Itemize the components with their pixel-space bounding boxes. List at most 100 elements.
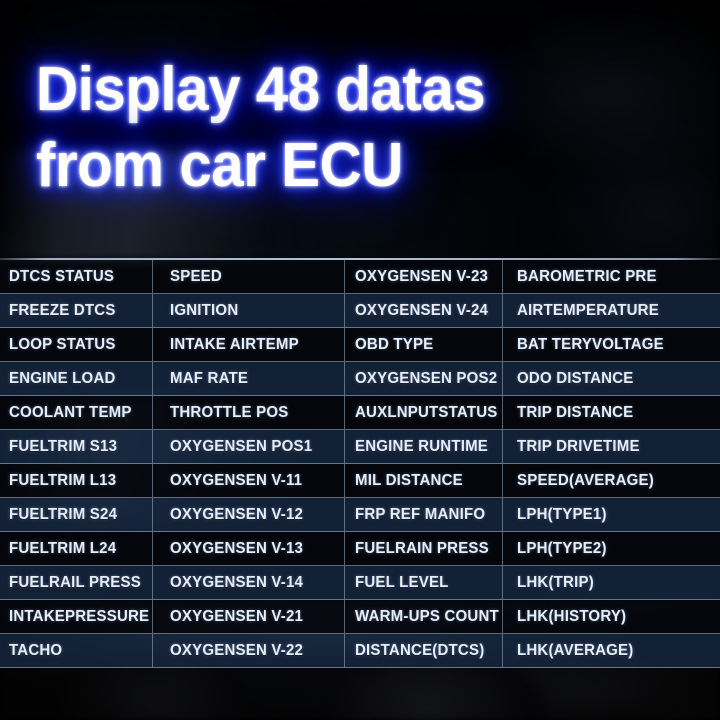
headline: Display 48 datas from car ECU bbox=[36, 52, 676, 204]
table-cell-label: OXYGENSEN V-24 bbox=[355, 301, 489, 319]
table-cell[interactable]: MAF RATE bbox=[152, 362, 344, 395]
table-cell-label: MAF RATE bbox=[170, 369, 249, 387]
table-cell[interactable]: DTCS STATUS bbox=[0, 260, 152, 293]
table-body: DTCS STATUS SPEED OXYGENSEN V-23 BAROMETRIC… bbox=[0, 260, 720, 668]
table-cell[interactable]: FUELTRIM L13 bbox=[0, 464, 152, 497]
table-cell[interactable]: ODO DISTANCE bbox=[502, 362, 720, 395]
table-cell[interactable]: LHK(HISTORY) bbox=[502, 600, 720, 633]
table-cell[interactable]: INTAKEPRESSURE bbox=[0, 600, 152, 633]
table-cell[interactable]: OXYGENSEN V-22 bbox=[152, 634, 344, 667]
table-row[interactable]: ENGINE LOAD MAF RATE OXYGENSEN POS2 ODO DIS… bbox=[0, 362, 720, 396]
table-row[interactable]: TACHO OXYGENSEN V-22 DISTANCE(DTCS) LHK(AVE… bbox=[0, 634, 720, 668]
table-cell[interactable]: OXYGENSEN POS2 bbox=[344, 362, 502, 395]
table-cell[interactable]: LOOP STATUS bbox=[0, 328, 152, 361]
table-row[interactable]: DTCS STATUS SPEED OXYGENSEN V-23 BAROMETRIC… bbox=[0, 260, 720, 294]
table-row[interactable]: COOLANT TEMP THROTTLE POS AUXLNPUTSTATUS TR… bbox=[0, 396, 720, 430]
table-cell-label: DISTANCE(DTCS) bbox=[355, 641, 485, 659]
table-cell[interactable]: TRIP DISTANCE bbox=[502, 396, 720, 429]
table-cell[interactable]: OXYGENSEN POS1 bbox=[152, 430, 344, 463]
table-cell-label: BAT TERYVOLTAGE bbox=[517, 335, 664, 353]
table-cell[interactable]: LPH(TYPE1) bbox=[502, 498, 720, 531]
table-cell[interactable]: FUEL LEVEL bbox=[344, 566, 502, 599]
table-cell-label: LOOP STATUS bbox=[9, 335, 116, 353]
table-cell-label: FUELTRIM L24 bbox=[9, 539, 117, 557]
table-cell-label: SPEED(AVERAGE) bbox=[517, 471, 654, 489]
table-cell[interactable]: FUELRAIN PRESS bbox=[344, 532, 502, 565]
table-cell[interactable]: OXYGENSEN V-21 bbox=[152, 600, 344, 633]
table-cell[interactable]: LPH(TYPE2) bbox=[502, 532, 720, 565]
table-cell-label: FUEL LEVEL bbox=[355, 573, 449, 591]
table-cell[interactable]: OXYGENSEN V-24 bbox=[344, 294, 502, 327]
table-row[interactable]: FREEZE DTCS IGNITION OXYGENSEN V-24 AIRTEMP… bbox=[0, 294, 720, 328]
table-cell-label: INTAKE AIRTEMP bbox=[170, 335, 299, 353]
table-cell[interactable]: FUELTRIM S24 bbox=[0, 498, 152, 531]
table-cell[interactable]: FRP REF MANIFO bbox=[344, 498, 502, 531]
table-row[interactable]: FUELTRIM S24 OXYGENSEN V-12 FRP REF MANIFO… bbox=[0, 498, 720, 532]
table-cell-label: AUXLNPUTSTATUS bbox=[355, 403, 498, 421]
table-cell-label: FUELTRIM S24 bbox=[9, 505, 118, 523]
table-cell-label: ENGINE LOAD bbox=[9, 369, 116, 387]
table-cell[interactable]: MIL DISTANCE bbox=[344, 464, 502, 497]
table-cell-label: FUELTRIM L13 bbox=[9, 471, 117, 489]
table-cell[interactable]: OXYGENSEN V-14 bbox=[152, 566, 344, 599]
table-cell-label: OXYGENSEN V-11 bbox=[170, 471, 303, 489]
table-cell[interactable]: OXYGENSEN V-23 bbox=[344, 260, 502, 293]
table-cell-label: OXYGENSEN V-23 bbox=[355, 267, 489, 285]
table-cell-label: OXYGENSEN POS2 bbox=[355, 369, 498, 387]
table-cell[interactable]: COOLANT TEMP bbox=[0, 396, 152, 429]
table-cell-label: OXYGENSEN V-12 bbox=[170, 505, 304, 523]
table-row[interactable]: FUELRAIL PRESS OXYGENSEN V-14 FUEL LEVEL LH… bbox=[0, 566, 720, 600]
table-cell-label: OXYGENSEN V-21 bbox=[170, 607, 304, 625]
table-cell-label: OXYGENSEN V-13 bbox=[170, 539, 304, 557]
table-cell[interactable]: FREEZE DTCS bbox=[0, 294, 152, 327]
table-row[interactable]: FUELTRIM L13 OXYGENSEN V-11 MIL DISTANCE SP… bbox=[0, 464, 720, 498]
table-cell-label: FREEZE DTCS bbox=[9, 301, 116, 319]
table-cell[interactable]: ENGINE LOAD bbox=[0, 362, 152, 395]
table-cell[interactable]: FUELTRIM L24 bbox=[0, 532, 152, 565]
headline-line-2: from car ECU bbox=[36, 131, 403, 200]
table-cell-label: TRIP DRIVETIME bbox=[517, 437, 640, 455]
table-row[interactable]: INTAKEPRESSURE OXYGENSEN V-21 WARM-UPS COU… bbox=[0, 600, 720, 634]
table-cell-label: THROTTLE POS bbox=[170, 403, 289, 421]
table-cell-label: LPH(TYPE1) bbox=[517, 505, 607, 523]
table-cell[interactable]: OXYGENSEN V-11 bbox=[152, 464, 344, 497]
table-cell-label: OXYGENSEN POS1 bbox=[170, 437, 313, 455]
table-cell[interactable]: AUXLNPUTSTATUS bbox=[344, 396, 502, 429]
table-cell-label: OXYGENSEN V-22 bbox=[170, 641, 304, 659]
promo-slide: Display 48 datas from car ECU DTCS STATU… bbox=[0, 0, 720, 720]
table-row[interactable]: LOOP STATUS INTAKE AIRTEMP OBD TYPE BAT TER… bbox=[0, 328, 720, 362]
table-cell[interactable]: WARM-UPS COUNT bbox=[344, 600, 502, 633]
ecu-parameter-table: DTCS STATUS SPEED OXYGENSEN V-23 BAROMETRIC… bbox=[0, 258, 720, 668]
table-cell-label: SPEED bbox=[170, 267, 222, 285]
table-cell[interactable]: DISTANCE(DTCS) bbox=[344, 634, 502, 667]
table-cell[interactable]: INTAKE AIRTEMP bbox=[152, 328, 344, 361]
table-cell[interactable]: IGNITION bbox=[152, 294, 344, 327]
table-cell[interactable]: TACHO bbox=[0, 634, 152, 667]
table-cell[interactable]: FUELRAIL PRESS bbox=[0, 566, 152, 599]
table-cell-label: LPH(TYPE2) bbox=[517, 539, 607, 557]
table-cell-label: FUELRAIL PRESS bbox=[9, 573, 141, 591]
table-row[interactable]: FUELTRIM S13 OXYGENSEN POS1 ENGINE RUNTIME… bbox=[0, 430, 720, 464]
table-cell-label: LHK(AVERAGE) bbox=[517, 641, 634, 659]
table-cell[interactable]: SPEED bbox=[152, 260, 344, 293]
table-cell[interactable]: SPEED(AVERAGE) bbox=[502, 464, 720, 497]
table-cell[interactable]: TRIP DRIVETIME bbox=[502, 430, 720, 463]
table-cell[interactable]: FUELTRIM S13 bbox=[0, 430, 152, 463]
table-cell-label: TACHO bbox=[9, 641, 63, 659]
table-row[interactable]: FUELTRIM L24 OXYGENSEN V-13 FUELRAIN PRESS… bbox=[0, 532, 720, 566]
table-cell-label: FRP REF MANIFO bbox=[355, 505, 486, 523]
table-cell[interactable]: ENGINE RUNTIME bbox=[344, 430, 502, 463]
table-cell[interactable]: THROTTLE POS bbox=[152, 396, 344, 429]
table-cell-label: LHK(HISTORY) bbox=[517, 607, 627, 625]
table-cell[interactable]: BAROMETRIC PRE bbox=[502, 260, 720, 293]
table-cell[interactable]: OBD TYPE bbox=[344, 328, 502, 361]
table-cell[interactable]: AIRTEMPERATURE bbox=[502, 294, 720, 327]
table-cell[interactable]: LHK(AVERAGE) bbox=[502, 634, 720, 667]
table-cell[interactable]: OXYGENSEN V-13 bbox=[152, 532, 344, 565]
table-cell-label: AIRTEMPERATURE bbox=[517, 301, 659, 319]
table-cell[interactable]: OXYGENSEN V-12 bbox=[152, 498, 344, 531]
table-cell[interactable]: BAT TERYVOLTAGE bbox=[502, 328, 720, 361]
table-cell-label: FUELTRIM S13 bbox=[9, 437, 118, 455]
headline-line-1: Display 48 datas bbox=[36, 55, 486, 124]
table-cell[interactable]: LHK(TRIP) bbox=[502, 566, 720, 599]
